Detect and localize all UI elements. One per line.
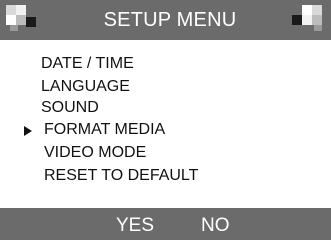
page-title: SETUP MENU — [103, 9, 237, 31]
yes-button[interactable]: YES — [116, 215, 154, 237]
triangle-pointer-icon — [24, 126, 32, 136]
menu-item-format-media[interactable]: FORMAT MEDIA — [44, 120, 165, 140]
footer-bar: YES NO — [0, 208, 331, 240]
menu-item-sound[interactable]: SOUND — [41, 98, 99, 118]
checker-logo-icon — [292, 5, 324, 31]
setup-menu-list: DATE / TIME LANGUAGE SOUND FORMAT MEDIA … — [0, 40, 331, 208]
checker-logo-icon — [6, 5, 38, 31]
menu-item-date-time[interactable]: DATE / TIME — [41, 54, 134, 74]
header-bar: SETUP MENU — [0, 0, 331, 40]
menu-item-reset-to-default[interactable]: RESET TO DEFAULT — [44, 166, 198, 186]
no-button[interactable]: NO — [201, 215, 230, 237]
menu-item-video-mode[interactable]: VIDEO MODE — [44, 143, 146, 163]
menu-item-language[interactable]: LANGUAGE — [41, 77, 130, 97]
